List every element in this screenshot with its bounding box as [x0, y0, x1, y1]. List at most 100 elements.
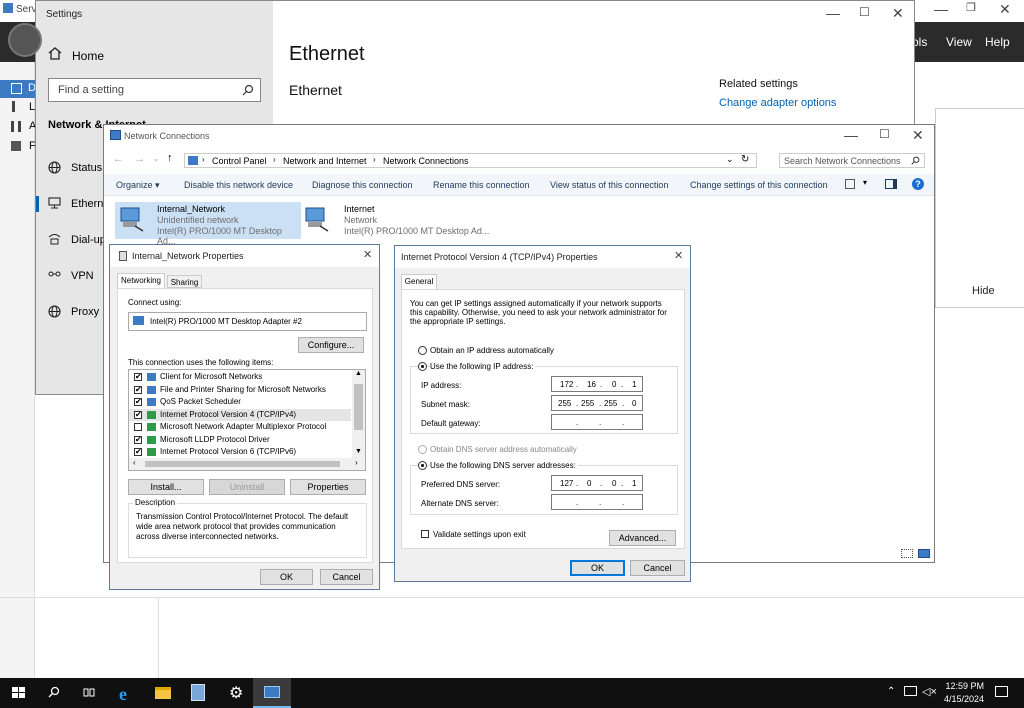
vertical-scrollbar[interactable]: ▲ ▼	[352, 370, 365, 458]
component-checkbox[interactable]: ✔	[134, 448, 142, 456]
volume-icon[interactable]: ◁×	[922, 685, 937, 698]
taskbar-app-settings[interactable]: ⚙	[217, 678, 255, 708]
forward-arrow-icon[interactable]: →	[134, 153, 145, 165]
connection-item-internal[interactable]: Internal_Network Unidentified network In…	[115, 202, 301, 246]
maximize-icon[interactable]: ☐	[859, 5, 870, 19]
taskbar-app-explorer[interactable]	[144, 678, 182, 708]
list-item[interactable]: ✔ File and Printer Sharing for Microsoft …	[129, 384, 351, 396]
breadcrumb-item[interactable]: Network Connections	[383, 156, 469, 166]
back-button[interactable]	[8, 23, 42, 57]
component-checkbox[interactable]: ✔	[134, 398, 142, 406]
clock-time[interactable]: 12:59 PM	[944, 681, 984, 691]
chevron-down-icon[interactable]: ⌄	[153, 154, 160, 163]
component-checkbox[interactable]: ✔	[134, 373, 142, 381]
clock-date[interactable]: 4/15/2024	[944, 694, 984, 704]
configure-button[interactable]: Configure...	[298, 337, 364, 353]
ip-address-input[interactable]: 172. 16. 0. 1	[551, 376, 643, 392]
breadcrumb-item[interactable]: Control Panel	[212, 156, 267, 166]
minimize-icon[interactable]: —	[844, 127, 858, 143]
chevron-down-icon[interactable]: ⌄	[726, 154, 734, 165]
hide-link[interactable]: Hide	[972, 285, 995, 297]
network-tray-icon[interactable]	[904, 686, 917, 696]
menu-view[interactable]: View	[946, 35, 972, 49]
change-adapter-options-link[interactable]: Change adapter options	[719, 97, 836, 109]
sm-nav-selected[interactable]: D	[0, 80, 36, 98]
close-icon[interactable]: ✕	[363, 248, 372, 261]
chevron-down-icon[interactable]: ▼	[355, 448, 362, 455]
ok-button[interactable]: OK	[260, 569, 313, 585]
list-item[interactable]: ✔ Internet Protocol Version 6 (TCP/IPv6)	[129, 446, 351, 458]
cancel-button[interactable]: Cancel	[320, 569, 373, 585]
disable-device-button[interactable]: Disable this network device	[184, 180, 293, 190]
home-link[interactable]: Home	[72, 49, 104, 63]
scrollbar-thumb[interactable]	[354, 384, 363, 430]
list-item[interactable]: ✔ Client for Microsoft Networks	[129, 371, 351, 383]
up-arrow-icon[interactable]: ↑	[167, 152, 173, 164]
component-checkbox[interactable]	[134, 423, 142, 431]
taskbar-app-server-manager[interactable]	[180, 678, 218, 708]
tab-sharing[interactable]: Sharing	[167, 275, 202, 288]
preview-pane-icon[interactable]	[885, 179, 897, 189]
search-input[interactable]: Search Network Connections	[779, 153, 925, 168]
tab-networking[interactable]: Networking	[117, 273, 165, 288]
properties-button[interactable]: Properties	[290, 479, 366, 495]
address-bar[interactable]: › Control Panel › Network and Internet ›…	[184, 153, 757, 168]
install-button[interactable]: Install...	[128, 479, 204, 495]
subnet-mask-input[interactable]: 255. 255. 255. 0	[551, 395, 643, 411]
chevron-down-icon[interactable]: ▾	[863, 178, 867, 187]
cancel-button[interactable]: Cancel	[630, 560, 685, 576]
view-status-button[interactable]: View status of this connection	[550, 180, 668, 190]
preferred-dns-input[interactable]: 127. 0. 0. 1	[551, 475, 643, 491]
chevron-left-icon[interactable]: ‹	[133, 458, 136, 467]
close-icon[interactable]: ✕	[674, 249, 683, 262]
taskbar-app-network-connections[interactable]	[253, 678, 291, 708]
minimize-icon[interactable]: —	[826, 5, 840, 21]
uninstall-button[interactable]: Uninstall	[209, 479, 285, 495]
help-icon[interactable]: ?	[912, 178, 924, 190]
list-item[interactable]: ✔ QoS Packet Scheduler	[129, 396, 351, 408]
breadcrumb-item[interactable]: Network and Internet	[283, 156, 367, 166]
horizontal-scrollbar[interactable]: ‹ ›	[129, 458, 365, 470]
diagnose-button[interactable]: Diagnose this connection	[312, 180, 413, 190]
component-checkbox[interactable]: ✔	[134, 435, 142, 444]
back-arrow-icon[interactable]: ←	[113, 153, 124, 165]
start-button[interactable]	[0, 678, 38, 708]
close-icon[interactable]: ✕	[912, 127, 924, 144]
connection-item-internet[interactable]: Internet Network Intel(R) PRO/1000 MT De…	[302, 202, 502, 239]
obtain-ip-radio[interactable]	[418, 346, 427, 355]
close-icon[interactable]: ✕	[892, 5, 904, 22]
rename-button[interactable]: Rename this connection	[433, 180, 530, 190]
menu-help[interactable]: Help	[985, 35, 1010, 49]
scrollbar-thumb[interactable]	[145, 461, 340, 467]
search-button[interactable]	[35, 678, 73, 708]
list-item[interactable]: Microsoft Network Adapter Multiplexor Pr…	[129, 421, 351, 433]
alternate-dns-input[interactable]: ...	[551, 494, 643, 510]
component-checkbox[interactable]: ✔	[134, 410, 142, 419]
task-view-button[interactable]	[70, 678, 108, 708]
details-view-icon[interactable]	[901, 549, 913, 558]
obtain-dns-radio[interactable]	[418, 445, 427, 454]
restore-icon[interactable]: ❐	[966, 1, 976, 14]
refresh-icon[interactable]: ↻	[741, 154, 749, 165]
tab-general[interactable]: General	[401, 274, 437, 289]
chevron-up-icon[interactable]: ▲	[355, 370, 362, 377]
use-dns-radio[interactable]	[418, 461, 427, 470]
default-gateway-input[interactable]: ...	[551, 414, 643, 430]
change-settings-button[interactable]: Change settings of this connection	[690, 180, 828, 190]
organize-button[interactable]: Organize ▾	[116, 180, 160, 191]
use-ip-radio[interactable]	[418, 362, 427, 371]
minimize-icon[interactable]: —	[934, 1, 948, 17]
close-icon[interactable]: ✕	[999, 1, 1011, 18]
large-icons-view-icon[interactable]	[918, 549, 930, 558]
settings-search-input[interactable]: Find a setting	[48, 78, 261, 102]
validate-checkbox[interactable]	[421, 530, 429, 538]
notification-icon[interactable]	[995, 686, 1008, 697]
list-item[interactable]: ✔ Microsoft LLDP Protocol Driver	[129, 434, 351, 446]
view-options-icon[interactable]	[845, 179, 855, 189]
list-item[interactable]: ✔ Internet Protocol Version 4 (TCP/IPv4)	[129, 408, 351, 421]
taskbar-app-ie[interactable]: e	[106, 678, 144, 708]
maximize-icon[interactable]: ☐	[879, 127, 890, 141]
advanced-button[interactable]: Advanced...	[609, 530, 676, 546]
ok-button[interactable]: OK	[570, 560, 625, 576]
chevron-up-icon[interactable]: ⌃	[887, 686, 895, 697]
